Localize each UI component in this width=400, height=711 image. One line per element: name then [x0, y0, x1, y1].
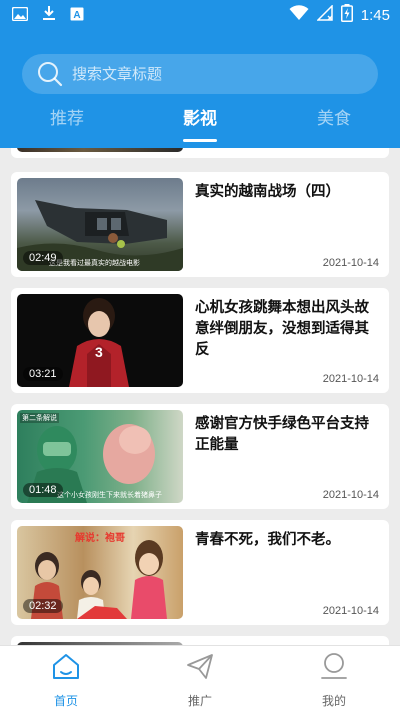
bottom-navigation: 首页 推广 我的 — [0, 645, 400, 711]
video-duration: 01:48 — [23, 483, 63, 497]
video-overlay-number: 3 — [95, 344, 103, 360]
download-icon — [42, 5, 56, 25]
nav-promote-label: 推广 — [187, 694, 212, 708]
search-icon[interactable] — [28, 54, 72, 94]
list-item[interactable] — [11, 636, 389, 645]
video-duration: 02:32 — [23, 599, 63, 613]
nav-home[interactable]: 首页 — [26, 652, 106, 709]
video-thumbnail: 3 03:21 — [17, 294, 183, 387]
video-caption: 这是我看过最真实的越战电影 — [49, 259, 140, 267]
search-input[interactable] — [72, 65, 332, 83]
video-thumbnail: 解说：袍哥 02:32 — [17, 526, 183, 619]
status-time: 1:45 — [360, 6, 390, 24]
video-duration: 03:21 — [23, 367, 63, 381]
profile-icon — [319, 652, 349, 684]
video-corner-label: 第二条解说 — [20, 413, 59, 423]
video-thumbnail: 这是我看过最真实的越战电影 02:49 — [17, 178, 183, 271]
list-item[interactable]: 3 03:21 心机女孩跳舞本想出风头故意绊倒朋友，没想到适得其反 2021-1… — [11, 288, 389, 393]
nav-promote[interactable]: 推广 — [160, 652, 240, 709]
video-thumbnail — [17, 148, 183, 152]
battery-icon — [340, 4, 353, 26]
video-caption: 这个小女孩刚生下来就长着猪鼻子 — [57, 491, 162, 499]
tab-recommend[interactable]: 推荐 — [27, 104, 107, 129]
article-date: 2021-10-14 — [322, 489, 379, 501]
list-item[interactable]: 这是我看过最真实的越战电影 02:49 真实的越南战场（四） 2021-10-1… — [11, 172, 389, 277]
search-bar[interactable] — [22, 54, 378, 94]
nav-profile[interactable]: 我的 — [294, 652, 374, 709]
nav-home-label: 首页 — [53, 694, 78, 708]
nav-profile-label: 我的 — [321, 694, 346, 708]
image-notification-icon — [11, 6, 29, 25]
svg-text:A: A — [73, 10, 80, 21]
article-date: 2021-10-14 — [322, 605, 379, 617]
send-icon — [185, 652, 215, 684]
video-thumbnail: 第二条解说 这个小女孩刚生下来就长着猪鼻子 01:48 — [17, 410, 183, 503]
app-notification-icon: A — [70, 6, 84, 25]
list-item[interactable]: 第二条解说 这个小女孩刚生下来就长着猪鼻子 01:48 感谢官方快手绿色平台支持… — [11, 404, 389, 509]
article-list[interactable]: 这是我看过最真实的越战电影 02:49 真实的越南战场（四） 2021-10-1… — [0, 148, 400, 645]
article-title[interactable]: 真实的越南战场（四） — [195, 182, 383, 203]
home-icon — [51, 652, 81, 684]
article-date: 2021-10-14 — [322, 257, 379, 269]
tab-food[interactable]: 美食 — [294, 104, 374, 129]
article-title[interactable]: 心机女孩跳舞本想出风头故意绊倒朋友，没想到适得其反 — [195, 298, 383, 361]
app-header: A 1:45 推荐 影视 美食 — [0, 0, 400, 148]
article-title[interactable]: 青春不死，我们不老。 — [195, 530, 383, 551]
article-date: 2021-10-14 — [322, 373, 379, 385]
list-item[interactable] — [11, 148, 389, 158]
active-tab-indicator — [183, 139, 217, 142]
wifi-icon — [289, 5, 309, 25]
tab-film[interactable]: 影视 — [160, 104, 240, 129]
video-banner: 解说：袍哥 — [75, 533, 125, 544]
status-bar: A 1:45 — [0, 0, 400, 30]
category-tabs: 推荐 影视 美食 — [0, 100, 400, 144]
article-title[interactable]: 感谢官方快手绿色平台支持正能量 — [195, 414, 383, 456]
list-item[interactable]: 解说：袍哥 02:32 青春不死，我们不老。 2021-10-14 — [11, 520, 389, 625]
video-duration: 02:49 — [23, 251, 63, 265]
signal-icon — [315, 4, 333, 25]
